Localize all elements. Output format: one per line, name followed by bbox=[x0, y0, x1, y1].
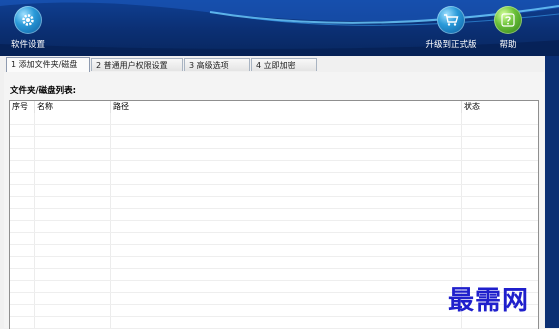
help-button[interactable]: 帮助 bbox=[480, 6, 536, 50]
table-row bbox=[10, 173, 538, 185]
table-row bbox=[10, 137, 538, 149]
column-header-path[interactable]: 路径 bbox=[111, 101, 462, 113]
table-row bbox=[10, 125, 538, 137]
upgrade-label: 升级到正式版 bbox=[425, 40, 477, 50]
tab-encrypt-now[interactable]: 4 立即加密 bbox=[251, 58, 317, 71]
header-banner: 软件设置 升级到正式版 帮助 bbox=[0, 0, 559, 56]
column-header-name[interactable]: 名称 bbox=[35, 101, 111, 113]
table-row bbox=[10, 149, 538, 161]
table-row bbox=[10, 245, 538, 257]
table-row bbox=[10, 233, 538, 245]
folder-list-title: 文件夹/磁盘列表: bbox=[10, 86, 77, 96]
table-row bbox=[10, 113, 538, 125]
column-header-status[interactable]: 状态 bbox=[462, 101, 538, 113]
upgrade-button[interactable]: 升级到正式版 bbox=[419, 6, 483, 50]
settings-label: 软件设置 bbox=[10, 40, 45, 50]
watermark: 最需网 bbox=[448, 286, 530, 316]
cart-icon bbox=[437, 6, 465, 34]
tab-advanced-options[interactable]: 3 高级选项 bbox=[184, 58, 250, 71]
table-row bbox=[10, 257, 538, 269]
table-row bbox=[10, 317, 538, 329]
gear-icon bbox=[14, 6, 42, 34]
table-row bbox=[10, 221, 538, 233]
help-label: 帮助 bbox=[499, 40, 517, 50]
table-row bbox=[10, 185, 538, 197]
table-header: 序号 名称 路径 状态 bbox=[10, 101, 538, 113]
table-row bbox=[10, 197, 538, 209]
table-row bbox=[10, 209, 538, 221]
column-header-index[interactable]: 序号 bbox=[10, 101, 35, 113]
tab-add-folder[interactable]: 1 添加文件夹/磁盘 bbox=[6, 57, 90, 72]
tab-user-permissions[interactable]: 2 普通用户权限设置 bbox=[91, 58, 183, 71]
tab-bar: 1 添加文件夹/磁盘 2 普通用户权限设置 3 高级选项 4 立即加密 bbox=[4, 57, 544, 73]
settings-button[interactable]: 软件设置 bbox=[0, 6, 56, 50]
table-row bbox=[10, 161, 538, 173]
window-edge bbox=[545, 56, 559, 328]
question-icon bbox=[494, 6, 522, 34]
